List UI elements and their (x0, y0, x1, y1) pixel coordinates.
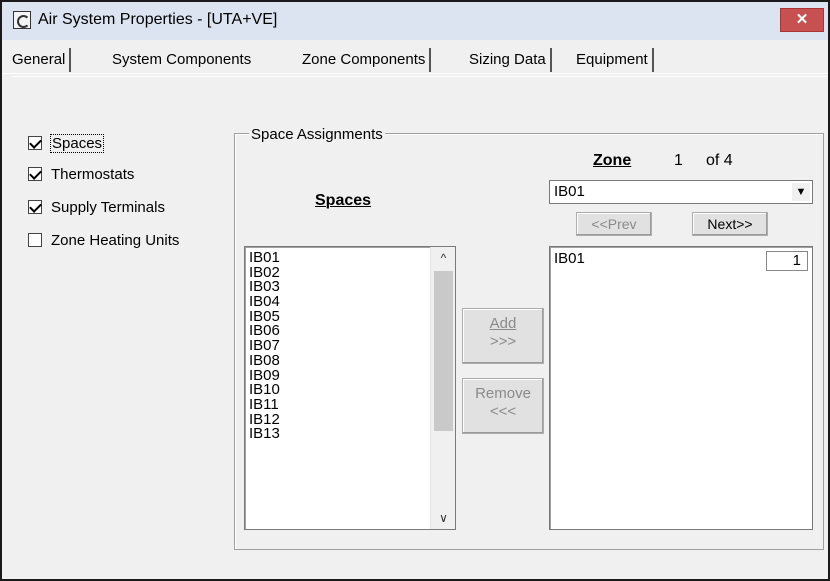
spaces-checkbox-row[interactable]: Spaces (28, 132, 105, 154)
space-list-item[interactable]: IB01 (245, 250, 455, 265)
add-button[interactable]: Add >>> (462, 308, 544, 364)
tab-zone-components[interactable]: Zone Components (298, 48, 432, 72)
spaces-checkbox[interactable] (28, 136, 42, 150)
prev-zone-button[interactable]: <<Prev (576, 212, 652, 236)
zone-heating-units-checkbox-label: Zone Heating Units (51, 231, 180, 249)
tab-strip: General System Components Zone Component… (2, 40, 828, 74)
chevron-down-icon[interactable]: ∨ (431, 507, 455, 529)
air-system-properties-window: Air System Properties - [UTA+VE] ✕ Gener… (0, 0, 830, 581)
space-list-item[interactable]: IB02 (245, 265, 455, 280)
space-list-item[interactable]: IB09 (245, 368, 455, 383)
space-list-item[interactable]: IB10 (245, 382, 455, 397)
app-icon (13, 11, 31, 29)
zone-space-row[interactable]: IB01 1 (550, 247, 812, 271)
space-list-item[interactable]: IB03 (245, 279, 455, 295)
remove-button-label: Remove (475, 385, 531, 402)
window-title: Air System Properties - [UTA+VE] (38, 11, 278, 28)
remove-button-arrows: <<< (489, 403, 517, 420)
spaces-checkbox-label: Spaces (49, 133, 105, 153)
supply-terminals-checkbox-row[interactable]: Supply Terminals (28, 196, 165, 218)
spaces-scrollbar[interactable]: ^ ∨ (430, 247, 455, 529)
scroll-thumb[interactable] (434, 271, 453, 431)
zone-select[interactable]: IB01 ▼ (549, 180, 813, 204)
space-list-item[interactable]: IB04 (245, 294, 455, 309)
dropdown-arrow-icon[interactable]: ▼ (792, 183, 810, 201)
close-button[interactable]: ✕ (780, 8, 824, 32)
space-list-item[interactable]: IB08 (245, 353, 455, 368)
space-list-item[interactable]: IB11 (245, 397, 455, 412)
thermostats-checkbox-row[interactable]: Thermostats (28, 163, 134, 185)
space-list-item[interactable]: IB05 (245, 309, 455, 324)
zone-space-count-field[interactable]: 1 (766, 251, 808, 271)
zone-heating-units-checkbox-row[interactable]: Zone Heating Units (28, 229, 179, 251)
tab-sizing-data[interactable]: Sizing Data (465, 48, 552, 72)
space-assignments-label: Space Assignments (249, 126, 385, 143)
thermostats-checkbox-label: Thermostats (51, 165, 135, 183)
supply-terminals-checkbox[interactable] (28, 200, 42, 214)
tab-general[interactable]: General (8, 48, 72, 72)
zone-select-value: IB01 (554, 183, 585, 200)
supply-terminals-checkbox-label: Supply Terminals (51, 198, 165, 216)
title-bar: Air System Properties - [UTA+VE] ✕ (2, 2, 828, 40)
zone-space-name: IB01 (554, 250, 585, 267)
space-list-item[interactable]: IB13 (245, 426, 455, 441)
next-zone-button[interactable]: Next>> (692, 212, 768, 236)
tab-system-components[interactable]: System Components (108, 48, 255, 72)
add-button-label: Add (489, 315, 517, 332)
tab-equipment[interactable]: Equipment (572, 48, 654, 72)
zone-label: Zone (593, 152, 632, 169)
zone-number: 1 (674, 152, 683, 169)
space-list-item[interactable]: IB12 (245, 412, 455, 427)
zone-heating-units-checkbox[interactable] (28, 233, 42, 247)
remove-button[interactable]: Remove <<< (462, 378, 544, 434)
space-list-item[interactable]: IB06 (245, 323, 455, 339)
spaces-list-label: Spaces (315, 192, 372, 209)
zone-spaces-listbox[interactable]: IB01 1 (549, 246, 813, 530)
zone-count: of 4 (706, 152, 733, 169)
spaces-list: IB01 IB02 IB03 IB04 IB05 IB06 IB07 IB08 IB09 IB10… (245, 247, 455, 441)
space-list-item[interactable]: IB07 (245, 338, 455, 353)
spaces-listbox[interactable]: IB01 IB02 IB03 IB04 IB05 IB06 IB07 IB08 IB09 IB10… (244, 246, 456, 530)
thermostats-checkbox[interactable] (28, 167, 42, 181)
add-button-arrows: >>> (489, 333, 517, 350)
chevron-up-icon[interactable]: ^ (431, 247, 455, 269)
